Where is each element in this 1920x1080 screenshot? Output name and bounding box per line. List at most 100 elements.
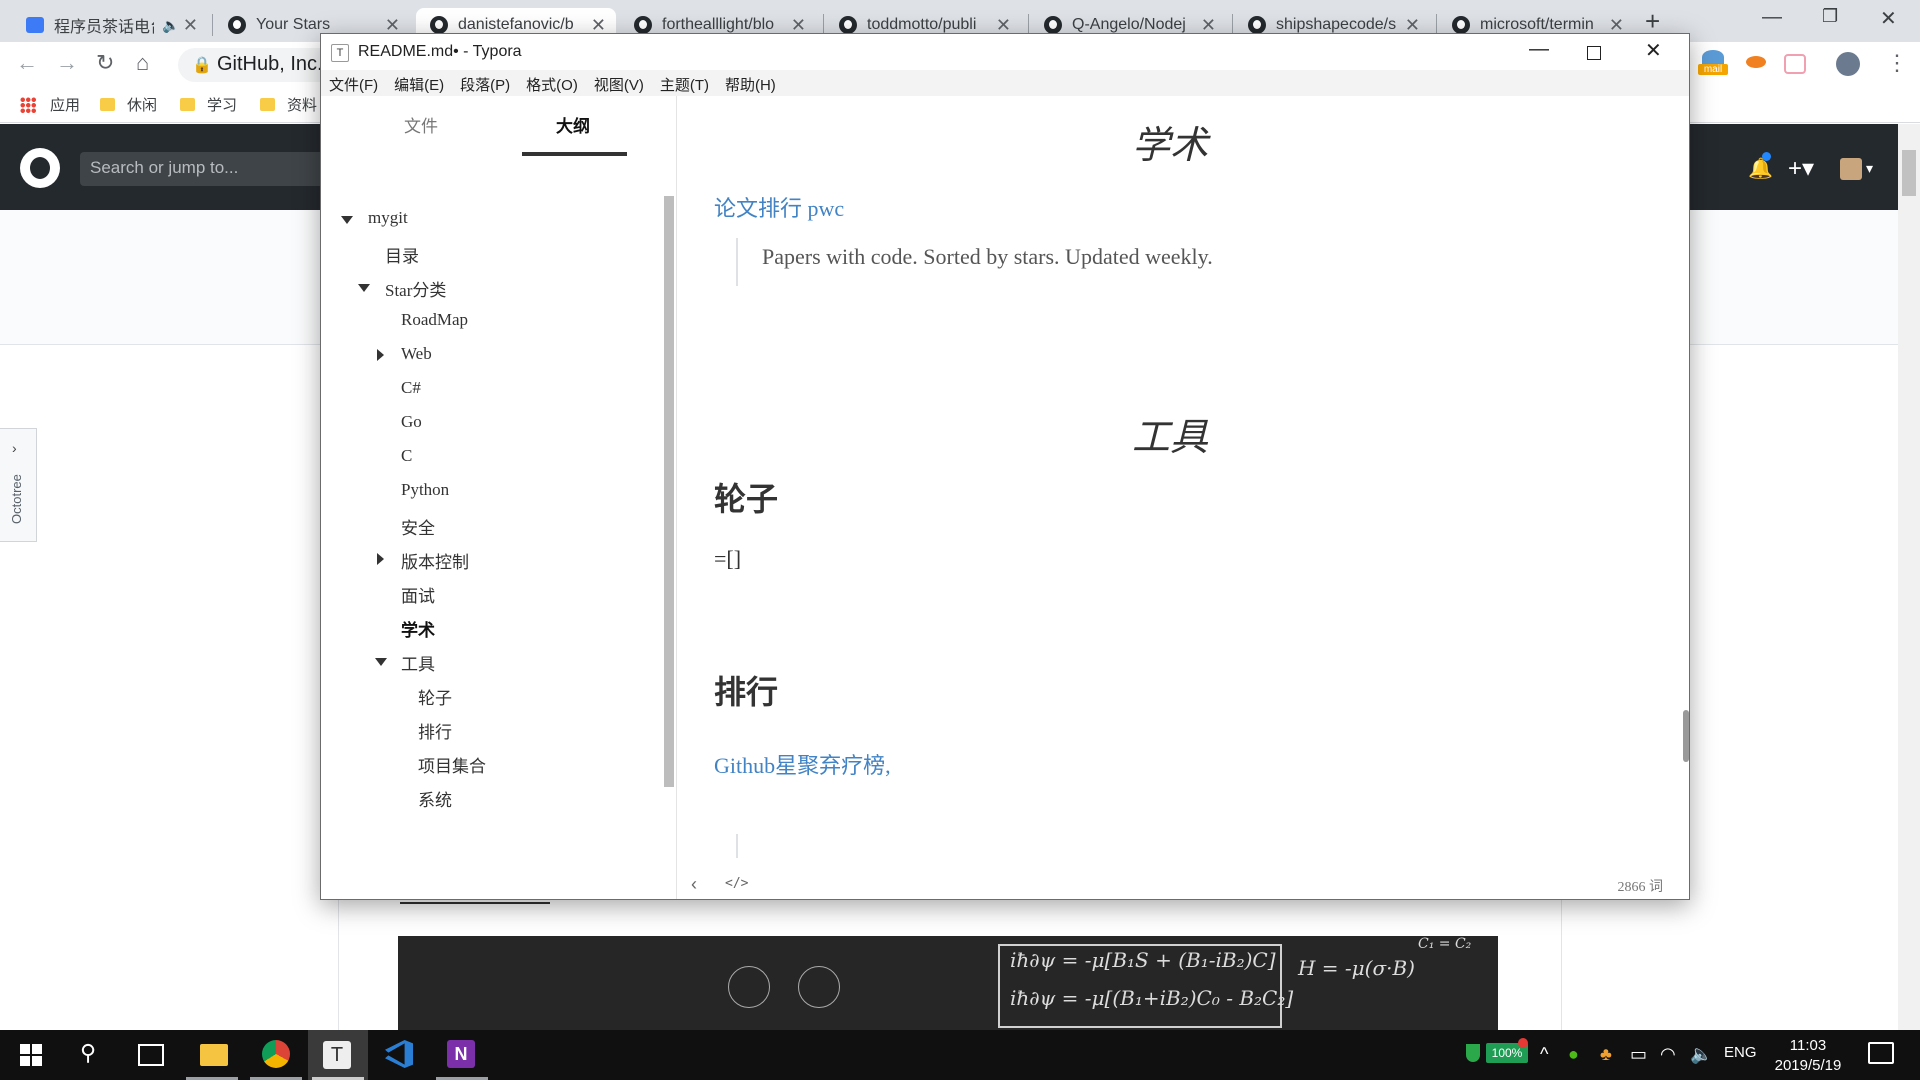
task-view-icon[interactable] [138,1044,164,1066]
outline-item[interactable]: Web [401,344,432,364]
chevron-down-icon[interactable]: ▾ [1866,160,1873,177]
folder-icon [260,98,275,111]
tab-title: danistefanovic/b [458,16,574,33]
battery-icon[interactable]: ▭ [1630,1044,1647,1065]
tab-title: toddmotto/publi [867,16,977,33]
chevron-right-icon[interactable]: › [12,440,17,456]
outline-item[interactable]: 轮子 [418,684,452,709]
menu-file[interactable]: 文件(F) [321,70,386,96]
blockquote-pwc: Papers with code. Sorted by stars. Updat… [762,244,1213,269]
typora-app-icon: T [331,44,349,62]
bookmark-apps[interactable]: 应用 [20,94,80,115]
outline-item[interactable]: 系统 [418,786,452,811]
sidebar-scrollbar[interactable] [664,196,674,787]
page-scrollbar-thumb[interactable] [1902,150,1916,196]
chrome-menu-icon[interactable]: ⋮ [1886,50,1908,76]
link-pwc[interactable]: 论文排行 pwc [714,191,844,223]
input-language[interactable]: ENG [1724,1044,1757,1061]
bookmark-folder[interactable]: 资料 [260,94,317,115]
cloud-extension-icon[interactable] [1746,56,1766,68]
mail-extension-icon[interactable]: mail [1698,50,1728,78]
close-icon[interactable]: ✕ [1645,38,1662,63]
security-shield-icon[interactable] [1466,1044,1480,1062]
outline-item[interactable]: Star分类 [385,276,446,301]
create-new-icon[interactable]: +▾ [1788,154,1814,183]
reload-icon[interactable]: ↻ [96,50,114,76]
outline-item[interactable]: 版本控制 [401,548,469,573]
outline-item[interactable]: 学术 [401,616,435,641]
forward-icon[interactable]: → [56,50,78,76]
outline-item[interactable]: mygit [368,208,408,228]
expand-triangle-icon[interactable] [377,349,384,361]
bookmark-label: 资料 [287,97,318,114]
chrome-taskbar-icon[interactable] [262,1040,290,1068]
outline-item[interactable]: 目录 [385,242,419,267]
expand-triangle-icon[interactable] [377,553,384,565]
wechat-icon[interactable]: ● [1568,1044,1579,1065]
close-tab-icon[interactable]: ✕ [183,15,198,36]
user-avatar[interactable] [1840,158,1862,180]
bookmark-folder[interactable]: 学习 [180,94,237,115]
folder-icon [180,98,195,111]
lock-icon[interactable]: 🔒 [192,55,212,75]
outline-item[interactable]: RoadMap [401,310,468,330]
tab-outline[interactable]: 大纲 [556,112,590,137]
windows-start-icon[interactable] [20,1044,42,1066]
outline-item[interactable]: 面试 [401,582,435,607]
menu-help[interactable]: 帮助(H) [717,70,784,96]
page-scrollbar[interactable] [1898,124,1920,1030]
minimize-icon[interactable]: — [1529,38,1549,61]
menu-paragraph[interactable]: 段落(P) [452,70,518,96]
readme-blackboard-image: iħ∂ψ = -μ[B₁S + (B₁-iB₂)C] iħ∂ψ = -μ[(B₁… [398,936,1498,1030]
maximize-icon[interactable] [1587,46,1601,60]
editor[interactable]: 学术 论文排行 pwc Papers with code. Sorted by … [677,96,1689,899]
outline-item[interactable]: 项目集合 [418,752,486,777]
gift-extension-icon[interactable] [1784,54,1806,74]
toggle-sidebar-icon[interactable]: ‹ [691,874,697,895]
heading-wheels: 轮子 [714,481,779,517]
editor-scrollbar-thumb[interactable] [1683,710,1689,762]
bookmark-folder[interactable]: 休闲 [100,94,157,115]
app-tray-icon[interactable]: ♣ [1600,1044,1612,1065]
clock[interactable]: 11:03 2019/5/19 [1760,1036,1856,1076]
link-github-ranking[interactable]: Github星聚弃疗榜, [714,748,891,780]
source-code-mode-icon[interactable]: </> [725,876,748,891]
back-icon[interactable]: ← [16,50,38,76]
collapse-triangle-icon[interactable] [375,658,387,666]
minimize-icon[interactable]: — [1762,6,1782,29]
collapse-triangle-icon[interactable] [341,216,353,224]
tab-title: 程序员茶话电台 [54,19,154,36]
word-count[interactable]: 2866 词 [1618,876,1664,896]
outline-item[interactable]: C# [401,378,421,398]
menu-edit[interactable]: 编辑(E) [386,70,452,96]
menu-view[interactable]: 视图(V) [586,70,652,96]
profile-avatar[interactable] [1836,52,1860,76]
typora-taskbar-icon[interactable]: T [323,1041,351,1069]
outline-item[interactable]: Go [401,412,422,432]
outline-item[interactable]: Python [401,480,449,500]
tab-files[interactable]: 文件 [404,112,438,137]
bookmark-label: 学习 [207,97,238,114]
collapse-triangle-icon[interactable] [358,284,370,292]
restore-icon[interactable]: ❐ [1822,6,1838,27]
search-icon[interactable]: ⚲ [80,1040,96,1066]
outline-item[interactable]: 安全 [401,514,435,539]
github-logo-icon[interactable] [20,148,60,188]
home-icon[interactable]: ⌂ [136,50,149,76]
muted-speaker-icon[interactable]: 🔈 [162,17,179,34]
tab-title: microsoft/termin [1480,16,1594,33]
tray-expand-icon[interactable]: ^ [1540,1044,1548,1065]
outline-item[interactable]: 排行 [418,718,452,743]
github-icon [228,16,246,34]
network-icon[interactable]: ◠ [1660,1044,1676,1065]
outline-item[interactable]: 工具 [401,650,435,675]
volume-icon[interactable]: 🔈 [1690,1044,1712,1065]
menu-format[interactable]: 格式(O) [518,70,586,96]
action-center-icon[interactable] [1868,1042,1894,1064]
onenote-icon[interactable]: N [447,1040,475,1068]
outline-item[interactable]: C [401,446,412,466]
menu-theme[interactable]: 主题(T) [652,70,717,96]
close-window-icon[interactable]: ✕ [1880,6,1897,31]
file-explorer-icon[interactable] [200,1044,228,1066]
browser-tab[interactable]: 程序员茶话电台 🔈 ✕ [12,8,208,42]
